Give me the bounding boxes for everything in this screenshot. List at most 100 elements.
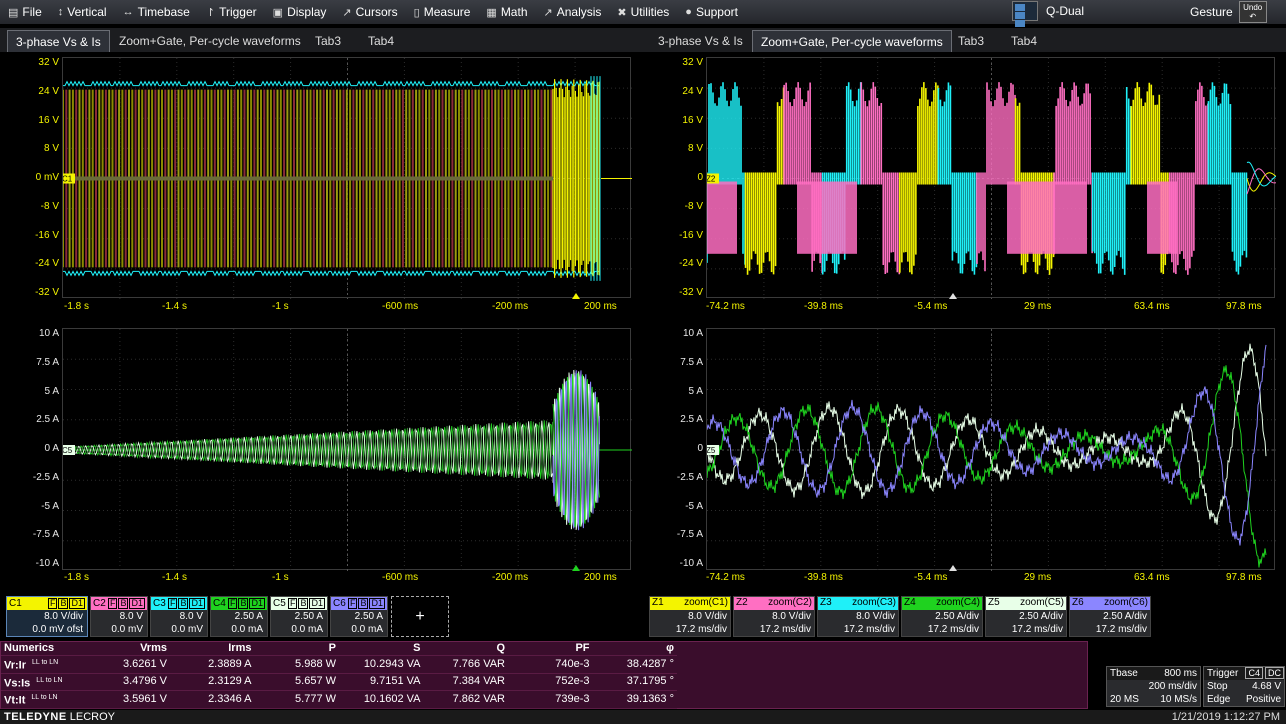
y-tick-label: -10 A xyxy=(35,558,59,569)
undo-label: Undo xyxy=(1243,3,1263,12)
tab-right-1[interactable]: 3-phase Vs & Is xyxy=(650,30,751,52)
channel-c2-descriptor[interactable]: C2 F B D1 8.0 V 0.0 mV xyxy=(90,596,148,637)
menu-trigger[interactable]: ↾ Trigger xyxy=(198,0,265,24)
y-tick-label: 0 mV xyxy=(35,172,59,183)
zoom-source: zoom(C1) xyxy=(684,597,728,608)
menu-analysis[interactable]: ↗ Analysis xyxy=(536,0,610,24)
numerics-row: Vs:Is LL to LN 3.4796 V 2.3129 A 5.657 W 9.71… xyxy=(1,673,677,692)
tab-right-4[interactable]: Tab4 xyxy=(1003,30,1045,52)
y-tick-label: 5 A xyxy=(44,385,59,397)
y-tick-label: -32 V xyxy=(35,287,59,298)
channel-name: C6 xyxy=(333,598,346,609)
y-tick-label: -5 A xyxy=(41,500,59,512)
zoom-z3-descriptor[interactable]: Z3 zoom(C3) 8.0 V/div 17.2 ms/div xyxy=(817,596,899,637)
channel-scale: 8.0 V/div xyxy=(44,611,83,622)
tab-right-2[interactable]: Zoom+Gate, Per-cycle waveforms xyxy=(752,30,952,52)
zoom-scale: 8.0 V/div xyxy=(856,611,895,622)
menu-label: Trigger xyxy=(219,5,257,19)
channel-name: C5 xyxy=(273,598,286,609)
menu-bar: ▤ File ↕ Vertical ↔ Timebase ↾ Trigger ▣ Display ↗… xyxy=(0,0,1286,24)
channel-c3-descriptor[interactable]: C3 F B D1 8.0 V 0.0 mV xyxy=(150,596,208,637)
undo-button[interactable]: Undo ↶ xyxy=(1238,1,1267,23)
y-tick-label: -32 V xyxy=(679,287,703,298)
current-grid-main[interactable]: C5 xyxy=(62,328,632,571)
x-tick-label: 97.8 ms xyxy=(1226,301,1262,312)
y-tick-label: -24 V xyxy=(35,258,59,270)
channel-header: C4 F B D1 xyxy=(211,597,267,610)
numerics-cell: 5.657 W xyxy=(254,673,339,692)
zoom-z4-descriptor[interactable]: Z4 zoom(C4) 2.50 A/div 17.2 ms/div xyxy=(901,596,983,637)
y-tick-label: -16 V xyxy=(679,229,703,241)
channel-c1-descriptor[interactable]: C1 F B D1 8.0 V/div 0.0 mV ofst xyxy=(6,596,88,637)
tab-left-2[interactable]: Zoom+Gate, Per-cycle waveforms xyxy=(111,30,309,52)
x-tick-label: -600 ms xyxy=(382,301,419,312)
zoom-name: Z6 xyxy=(1072,597,1084,608)
numerics-cell: 3.4796 V xyxy=(85,673,170,692)
row-sub: LL to LN xyxy=(36,676,63,684)
menu-file[interactable]: ▤ File xyxy=(0,0,50,24)
menu-utilities[interactable]: ✖ Utilities xyxy=(609,0,677,24)
zoom-z2-descriptor[interactable]: Z2 zoom(C2) 8.0 V/div 17.2 ms/div xyxy=(733,596,815,637)
x-tick-label: 29 ms xyxy=(1024,301,1052,312)
tab-left-4[interactable]: Tab4 xyxy=(360,30,402,52)
menu-label: Utilities xyxy=(630,5,670,19)
menu-timebase[interactable]: ↔ Timebase xyxy=(115,0,198,24)
current-grid-zoom[interactable]: Z5 xyxy=(706,328,1276,571)
channel-flags: F B D1 xyxy=(287,598,327,609)
numerics-cell: 10.1602 VA xyxy=(339,690,424,709)
y-tick-label: -8 V xyxy=(40,200,59,212)
display-mode-indicator[interactable]: Q-Dual xyxy=(1012,1,1084,35)
channel-marker: Z2 xyxy=(707,173,719,184)
y-tick-label: 7.5 A xyxy=(680,356,703,368)
menu-label: Support xyxy=(695,5,738,19)
tab-left-1[interactable]: 3-phase Vs & Is xyxy=(7,30,110,52)
channel-c6-descriptor[interactable]: C6 F B D1 2.50 A 0.0 mA xyxy=(330,596,388,637)
tab-right-3[interactable]: Tab3 xyxy=(950,30,992,52)
menu-measure[interactable]: ▯ Measure xyxy=(406,0,479,24)
zoom-z6-descriptor[interactable]: Z6 zoom(C6) 2.50 A/div 17.2 ms/div xyxy=(1069,596,1151,637)
tab-left-3[interactable]: Tab3 xyxy=(307,30,349,52)
trigger-type: Edge xyxy=(1207,694,1231,705)
zoom-z5-descriptor[interactable]: Z5 zoom(C5) 2.50 A/div 17.2 ms/div xyxy=(985,596,1067,637)
y-tick-label: -2.5 A xyxy=(32,471,59,483)
y-tick-label: -16 V xyxy=(35,229,59,241)
numerics-cell: 37.1795 ° xyxy=(592,673,677,692)
x-tick-label: 63.4 ms xyxy=(1134,572,1170,583)
menu-cursors[interactable]: ↗ Cursors xyxy=(334,0,405,24)
channel-scale: 8.0 V xyxy=(179,611,203,622)
zoom-source: zoom(C4) xyxy=(936,597,980,608)
zoom-time: 17.2 ms/div xyxy=(675,624,727,635)
channel-name: C4 xyxy=(213,598,226,609)
zoom-time: 17.2 ms/div xyxy=(843,624,895,635)
y-tick-label: 8 V xyxy=(687,143,703,155)
channel-c5-descriptor[interactable]: C5 F B D1 2.50 A 0.0 mA xyxy=(270,596,328,637)
zoom-scale: 2.50 A/div xyxy=(1103,611,1147,622)
analysis-icon: ↗ xyxy=(543,6,553,19)
add-channel-button[interactable]: + xyxy=(391,596,449,637)
voltage-grid-zoom[interactable]: Z2 xyxy=(706,57,1276,299)
channel-scale: 2.50 A xyxy=(354,611,383,622)
x-tick-label: -5.4 ms xyxy=(914,301,948,312)
channel-c4-descriptor[interactable]: C4 F B D1 2.50 A 0.0 mA xyxy=(210,596,268,637)
y-tick-label: -7.5 A xyxy=(676,529,703,541)
svg-text:Z5: Z5 xyxy=(707,446,716,455)
zoom-scale: 2.50 A/div xyxy=(935,611,979,622)
voltage-grid-main[interactable]: C1 xyxy=(62,57,632,299)
y-tick-label: 32 V xyxy=(38,57,59,68)
menu-support[interactable]: ● Support xyxy=(677,0,746,24)
menu-vertical[interactable]: ↕ Vertical xyxy=(50,0,115,24)
menu-math[interactable]: ▦ Math xyxy=(478,0,535,24)
trigger-descriptor[interactable]: Trigger C4 DC Stop 4.68 V Edge Positive xyxy=(1203,666,1285,707)
trigger-icon: ↾ xyxy=(205,6,216,19)
row-sub: LL to LN xyxy=(32,659,59,666)
numerics-cell: 2.3346 A xyxy=(170,690,255,709)
timebase-value: 800 ms xyxy=(1164,668,1197,679)
numerics-table[interactable]: Numerics Vrms Irms P S Q PF φ Vr:Ir LL to LN 3.62… xyxy=(0,641,1088,724)
menu-display[interactable]: ▣ Display xyxy=(265,0,335,24)
menu-label: Measure xyxy=(423,5,471,19)
numerics-cell: 752e-3 xyxy=(508,673,593,692)
row-name: Vr:Ir xyxy=(4,659,27,672)
y-tick-label: -2.5 A xyxy=(676,471,703,483)
timebase-descriptor[interactable]: Tbase 800 ms 200 ms/div 20 MS 10 MS/s xyxy=(1106,666,1201,707)
zoom-z1-descriptor[interactable]: Z1 zoom(C1) 8.0 V/div 17.2 ms/div xyxy=(649,596,731,637)
